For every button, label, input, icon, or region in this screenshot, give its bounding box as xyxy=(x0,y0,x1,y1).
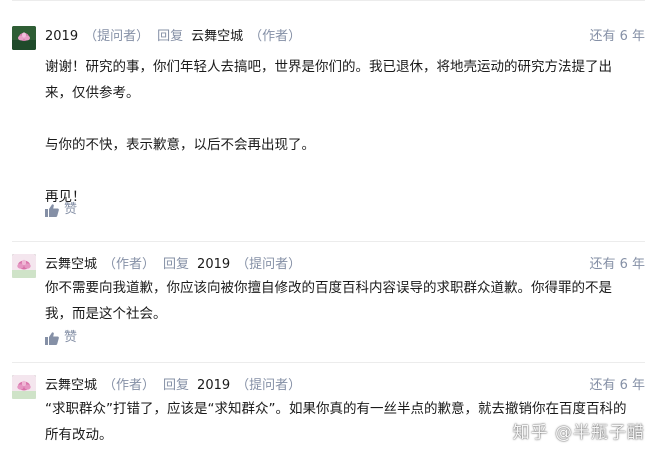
author-role: （提问者） xyxy=(84,29,150,44)
reply-label: 回复 xyxy=(163,378,190,393)
comment-time: 还有 6 年 xyxy=(589,29,645,44)
reply-to-role: （作者） xyxy=(249,29,302,44)
comment-paragraph: 谢谢！研究的事，你们年轻人去搞吧，世界是你们的。我已退休，将地壳运动的研究方法提… xyxy=(45,59,612,101)
comment-meta: 云舞空城 （作者） 回复 2019 （提问者） xyxy=(45,255,301,275)
watermark: 知乎 @半瓶子醋 xyxy=(512,423,645,443)
avatar[interactable] xyxy=(12,254,36,278)
top-divider xyxy=(12,0,645,1)
avatar[interactable] xyxy=(12,375,36,399)
author-role: （作者） xyxy=(103,257,156,272)
reply-label: 回复 xyxy=(163,257,190,272)
reply-to-role: （提问者） xyxy=(236,257,302,272)
author-name[interactable]: 2019 xyxy=(45,29,78,44)
reply-label: 回复 xyxy=(157,29,184,44)
comment-paragraph: 再见！ xyxy=(45,189,86,205)
comment-item: 2019 （提问者） 回复 云舞空城 （作者） 还有 6 年 谢谢！研究的事，你们年轻人… xyxy=(12,14,645,242)
comment-paragraph: 你不需要向我道歉，你应该向被你擅自修改的百度百科内容误导的求职群众道歉。你得罪的… xyxy=(45,280,612,322)
comment-meta: 云舞空城 （作者） 回复 2019 （提问者） xyxy=(45,376,301,396)
comment-meta: 2019 （提问者） 回复 云舞空城 （作者） xyxy=(45,27,301,47)
reply-to-role: （提问者） xyxy=(236,378,302,393)
like-button[interactable]: 赞 xyxy=(45,329,77,347)
comment-body: 你不需要向我道歉，你应该向被你擅自修改的百度百科内容误导的求职群众道歉。你得罪的… xyxy=(45,275,637,327)
author-name[interactable]: 云舞空城 xyxy=(45,378,97,393)
comment-body: 谢谢！研究的事，你们年轻人去搞吧，世界是你们的。我已退休，将地壳运动的研究方法提… xyxy=(45,54,637,210)
reply-to-name[interactable]: 云舞空城 xyxy=(191,29,243,44)
thumbs-up-icon xyxy=(45,331,59,345)
comment-paragraph: 与你的不快，表示歉意，以后不会再出现了。 xyxy=(45,137,315,153)
author-role: （作者） xyxy=(103,378,156,393)
comment-time: 还有 6 年 xyxy=(589,257,645,272)
like-label: 赞 xyxy=(64,330,78,345)
reply-to-name[interactable]: 2019 xyxy=(197,378,230,393)
like-label: 赞 xyxy=(64,202,78,217)
avatar[interactable] xyxy=(12,26,36,50)
reply-to-name[interactable]: 2019 xyxy=(197,257,230,272)
comment-item: 云舞空城 （作者） 回复 2019 （提问者） 还有 6 年 你不需要向我道歉，你应该向… xyxy=(12,242,645,363)
like-button[interactable]: 赞 xyxy=(45,201,77,219)
comment-time: 还有 6 年 xyxy=(589,378,645,393)
author-name[interactable]: 云舞空城 xyxy=(45,257,97,272)
thumbs-up-icon xyxy=(45,203,59,217)
